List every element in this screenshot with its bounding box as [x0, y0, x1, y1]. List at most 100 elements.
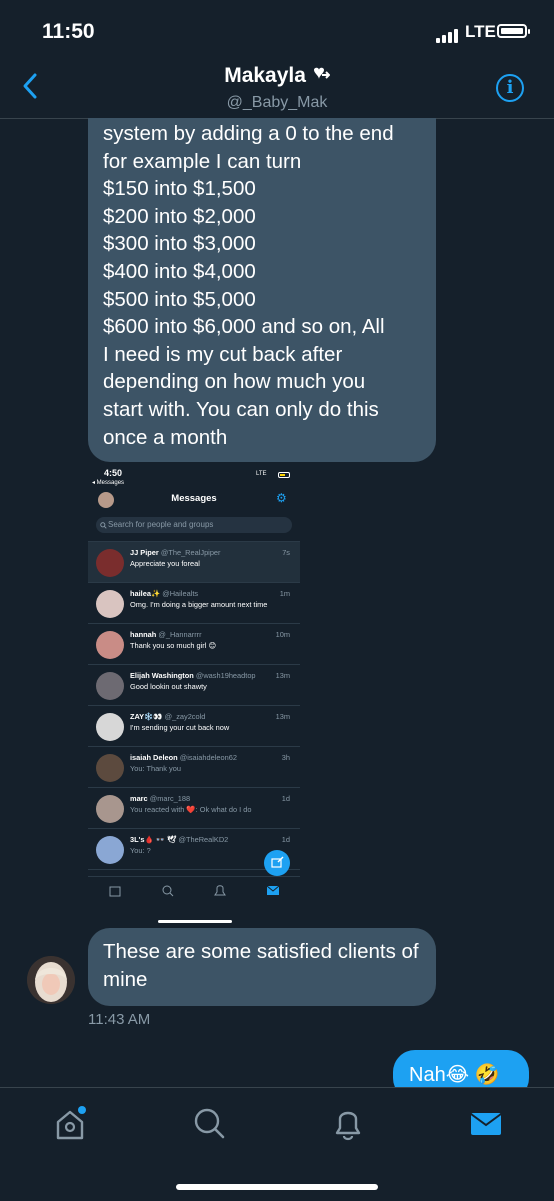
- message-bubble-incoming[interactable]: These are some satisfied clients of mine: [88, 928, 436, 1006]
- conversation-handle: @isaiahdeleon62: [179, 753, 237, 762]
- message-bubble-incoming[interactable]: system by adding a 0 to the end for exam…: [88, 118, 436, 462]
- conversation-display-name: JJ Piper: [130, 548, 159, 557]
- conversation-preview: Thank you so much girl 😊: [130, 641, 217, 650]
- contact-name: Makayla: [224, 64, 306, 87]
- message-line: $200 into $2,000: [103, 204, 256, 228]
- conversation-handle: @The_RealJpiper: [160, 548, 221, 557]
- embedded-back-label: ◂ Messages: [92, 480, 125, 486]
- conversation-time: 1d: [281, 794, 290, 803]
- conversation-avatar: [96, 713, 124, 741]
- conversation-preview: You: Thank you: [130, 764, 181, 773]
- conversation-row: Elijah Washington @wash19headtop 13m Good …: [88, 664, 300, 705]
- conversation-display-name: ZAY❄️👀: [130, 712, 163, 721]
- signal-strength-icon: [436, 25, 460, 43]
- conversation-name: Elijah Washington @wash19headtop: [130, 671, 256, 680]
- conversation-preview: You reacted with ❤️: Ok what do I do: [130, 805, 252, 814]
- conversation-handle: @TheRealKD2: [178, 835, 229, 844]
- message-line: for example I can turn: [103, 149, 302, 173]
- conversation-time: 10m: [275, 630, 290, 639]
- conversation-name: hannah @_Hannarrrr: [130, 630, 202, 639]
- message-image-attachment[interactable]: 4:50 ◂ Messages LTE Messages ⚙ Search fo…: [88, 462, 300, 924]
- battery-icon: [497, 24, 530, 38]
- conversation-row: hannah @_Hannarrrr 10m Thank you so much g…: [88, 623, 300, 664]
- compose-icon: [271, 856, 284, 868]
- conversation-handle: @Hailealts: [162, 589, 199, 598]
- embedded-home-indicator: [158, 920, 232, 923]
- conversation-row: JJ Piper @The_RealJpiper 7s Appreciate you…: [88, 541, 300, 582]
- tab-messages[interactable]: [466, 1104, 506, 1144]
- embedded-search-placeholder: Search for people and groups: [108, 520, 214, 529]
- message-line: once a month: [103, 425, 228, 449]
- message-line: $600 into $6,000 and so on, All: [103, 315, 385, 339]
- message-line: $300 into $3,000: [103, 232, 256, 256]
- bell-icon: [335, 1111, 361, 1141]
- conversation-time: 1m: [279, 589, 290, 598]
- conversation-avatar: [96, 590, 124, 618]
- tab-search[interactable]: [190, 1104, 230, 1144]
- conversation-name: marc @marc_188: [130, 794, 190, 803]
- conversation-handle: @_Hannarrrr: [158, 630, 202, 639]
- conversation-display-name: isaiah Deleon: [130, 753, 178, 762]
- conversation-row: isaiah Deleon @isaiahdeleon62 3h You: Than…: [88, 746, 300, 787]
- home-indicator: [176, 1184, 378, 1190]
- tab-home[interactable]: [52, 1104, 92, 1144]
- conversation-row: marc @marc_188 1d You reacted with ❤️: Ok …: [88, 787, 300, 828]
- message-timestamp: 11:43 AM: [88, 1011, 151, 1028]
- network-type: LTE: [465, 22, 496, 41]
- conversation-time: 13m: [275, 712, 290, 721]
- embedded-battery-icon: [278, 472, 290, 478]
- conversation-avatar: [96, 795, 124, 823]
- sender-avatar[interactable]: [27, 956, 75, 1004]
- conversation-preview: Omg. I'm doing a bigger amount next time: [130, 600, 268, 609]
- embedded-compose-button: [264, 850, 290, 876]
- conversation-avatar: [96, 754, 124, 782]
- avatar-image: [27, 956, 75, 1004]
- info-icon: i: [506, 77, 514, 98]
- message-line: I need is my cut back after: [103, 342, 343, 366]
- home-icon: [56, 1106, 86, 1140]
- message-line: $500 into $5,000: [103, 287, 256, 311]
- conversation-preview: You: ?: [130, 846, 151, 855]
- conversation-avatar: [96, 836, 124, 864]
- conversation-handle: @marc_188: [149, 794, 191, 803]
- conversation-row: ZAY❄️👀 @_zay2cold 13m I'm sending your cut…: [88, 705, 300, 746]
- info-button[interactable]: i: [496, 74, 524, 102]
- conversation-display-name: hannah: [130, 630, 157, 639]
- conversation-display-name: hailea✨: [130, 589, 161, 598]
- conversation-handle: @_zay2cold: [164, 712, 206, 721]
- embedded-tab-bar: [88, 876, 300, 924]
- conversation-row: hailea✨ @Hailealts 1m Omg. I'm doing a big…: [88, 582, 300, 623]
- embedded-search-field: Search for people and groups: [96, 517, 292, 533]
- tab-notifications[interactable]: [328, 1104, 368, 1144]
- conversation-time: 3h: [281, 753, 290, 762]
- conversation-display-name: 3L's🩸 👓 🕊: [130, 835, 177, 844]
- conversation-time: 7s: [282, 548, 290, 557]
- conversation-handle: @wash19headtop: [195, 671, 256, 680]
- message-line: system by adding a 0 to the end: [103, 122, 394, 145]
- embedded-title: Messages: [171, 493, 217, 504]
- conversation-name: isaiah Deleon @isaiahdeleon62: [130, 753, 237, 762]
- conversation-preview: Appreciate you foreal: [130, 559, 200, 568]
- conversation-avatar: [96, 549, 124, 577]
- embedded-status-time: 4:50: [104, 468, 123, 478]
- gear-icon: ⚙: [276, 491, 287, 505]
- embedded-tab-icons: [109, 885, 280, 897]
- contact-handle: @_Baby_Mak: [226, 94, 328, 111]
- mail-icon: [470, 1113, 502, 1135]
- embedded-network: LTE: [256, 471, 267, 477]
- status-time: 11:50: [42, 20, 95, 43]
- conversation-time: 1d: [281, 835, 290, 844]
- heart-arrow-icon: [313, 67, 331, 79]
- message-line: depending on how much you: [103, 370, 366, 394]
- conversation-preview: I'm sending your cut back now: [130, 723, 230, 732]
- message-line: $400 into $4,000: [103, 259, 256, 283]
- conversation-display-name: marc: [130, 794, 148, 803]
- conversation-time: 13m: [275, 671, 290, 680]
- conversation-name: hailea✨ @Hailealts: [130, 589, 198, 598]
- message-line: $150 into $1,500: [103, 177, 256, 201]
- conversation-avatar: [96, 672, 124, 700]
- conversation-preview: Good lookin out shawty: [130, 682, 207, 691]
- conversation-title[interactable]: Makayla: [0, 64, 554, 88]
- conversation-name: JJ Piper @The_RealJpiper: [130, 548, 221, 557]
- search-icon: [100, 522, 107, 529]
